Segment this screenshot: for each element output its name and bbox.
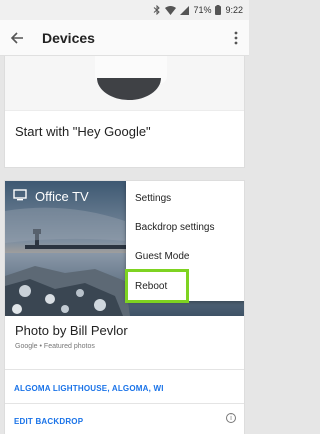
menu-item-guest-mode[interactable]: Guest Mode xyxy=(126,242,244,270)
overflow-menu: Settings Backdrop settings Guest Mode Re… xyxy=(125,181,244,303)
menu-item-reboot[interactable]: Reboot xyxy=(125,269,189,303)
menu-item-settings[interactable]: Settings xyxy=(126,184,244,212)
menu-item-backdrop-settings[interactable]: Backdrop settings xyxy=(126,213,244,241)
photo-source: Google • Featured photos xyxy=(15,343,95,350)
location-link[interactable]: ALGOMA LIGHTHOUSE, ALGOMA, WI xyxy=(14,384,164,393)
status-bar: 71% 9:22 xyxy=(0,0,249,20)
device-name: Office TV xyxy=(35,189,89,204)
divider xyxy=(5,369,244,370)
more-vert-icon[interactable] xyxy=(223,20,249,56)
clock: 9:22 xyxy=(225,5,243,15)
google-home-caption: Start with "Hey Google" xyxy=(15,124,151,139)
battery-level: 71% xyxy=(193,5,212,15)
photo-credit: Photo by Bill Pevlor xyxy=(15,323,128,338)
tv-icon xyxy=(13,189,27,204)
battery-icon xyxy=(215,5,222,15)
office-tv-card: Office TV Settings Backdrop settings Gue… xyxy=(4,180,245,434)
wifi-icon xyxy=(165,5,177,15)
back-arrow-icon[interactable] xyxy=(0,20,34,56)
divider xyxy=(5,403,244,404)
page-title: Devices xyxy=(42,29,95,46)
bluetooth-icon xyxy=(153,5,161,15)
edit-backdrop-link[interactable]: EDIT BACKDROP xyxy=(14,417,83,426)
info-icon[interactable]: i xyxy=(226,413,236,423)
app-bar: Devices xyxy=(0,20,249,56)
signal-icon xyxy=(180,5,190,15)
google-home-image xyxy=(5,56,244,110)
google-home-card[interactable]: Start with "Hey Google" xyxy=(4,56,245,168)
device-label[interactable]: Office TV xyxy=(13,189,89,204)
